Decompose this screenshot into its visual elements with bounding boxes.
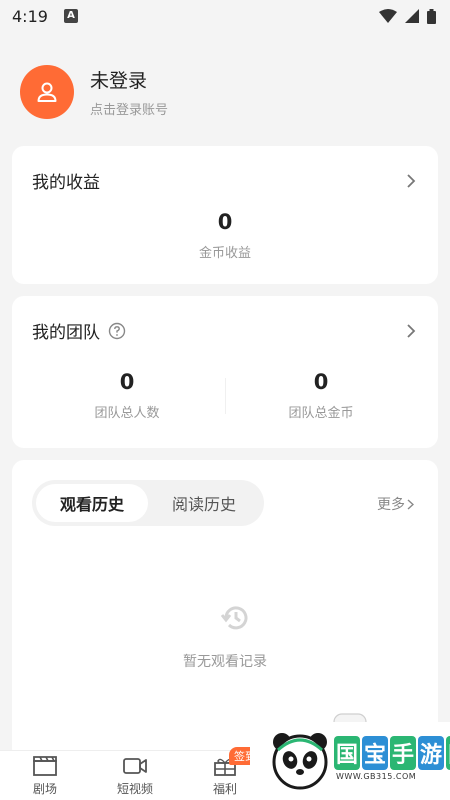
panda-logo-icon (272, 733, 328, 790)
watermark-text: 国 宝 手 游 网 (334, 736, 450, 770)
more-link[interactable]: 更多 (377, 494, 414, 514)
signal-icon (405, 9, 419, 23)
login-profile[interactable]: 未登录 点击登录账号 (20, 64, 430, 120)
team-members-stat: 0 团队总人数 (52, 370, 202, 421)
status-bar: 4:19 A (0, 0, 450, 32)
team-coins-value: 0 (313, 370, 329, 394)
earnings-title: 我的收益 (32, 173, 100, 193)
profile-name: 未登录 (90, 70, 148, 92)
team-members-value: 0 (119, 370, 135, 394)
coin-earnings-stat: 0 金币收益 (12, 210, 438, 261)
tab-read-history[interactable]: 阅读历史 (148, 484, 260, 522)
tab-watch-history[interactable]: 观看历史 (36, 484, 148, 522)
tab-welfare-label: 福利 (212, 781, 237, 796)
notification-icon: A (63, 9, 78, 23)
team-coins-stat: 0 团队总金币 (246, 370, 396, 421)
chevron-right-icon[interactable] (406, 323, 416, 339)
coin-earnings-value: 0 (217, 210, 233, 234)
status-time: 4:19 (12, 6, 48, 26)
divider (225, 378, 226, 414)
avatar[interactable] (20, 65, 74, 119)
user-icon (37, 82, 57, 102)
team-title: 我的团队 (32, 318, 126, 343)
team-members-label: 团队总人数 (94, 406, 160, 421)
chevron-right-icon[interactable] (406, 173, 416, 189)
chevron-right-icon (407, 498, 414, 510)
login-prompt[interactable]: 点击登录账号 (90, 99, 168, 118)
help-icon[interactable] (108, 322, 126, 340)
team-coins-label: 团队总金币 (288, 406, 354, 421)
tab-short-video[interactable]: 短视频 (90, 751, 180, 800)
wifi-icon (379, 9, 397, 23)
battery-icon (427, 8, 436, 24)
history-tabs: 观看历史 阅读历史 (32, 480, 264, 526)
empty-history-text: 暂无观看记录 (183, 654, 267, 670)
coin-earnings-label: 金币收益 (198, 246, 251, 261)
video-camera-icon (123, 757, 147, 774)
watermark: 国 宝 手 游 网 WWW.GB315.COM (250, 722, 450, 800)
clapperboard-icon (33, 755, 57, 776)
watermark-url: WWW.GB315.COM (336, 772, 417, 781)
tab-short-video-label: 短视频 (116, 781, 153, 796)
history-clock-icon (221, 606, 248, 630)
earnings-card[interactable]: 我的收益 0 金币收益 (12, 146, 438, 284)
tab-theater-label: 剧场 (32, 781, 57, 796)
team-card[interactable]: 我的团队 0 团队总人数 0 团队总金币 (12, 296, 438, 448)
tab-theater[interactable]: 剧场 (0, 751, 90, 800)
